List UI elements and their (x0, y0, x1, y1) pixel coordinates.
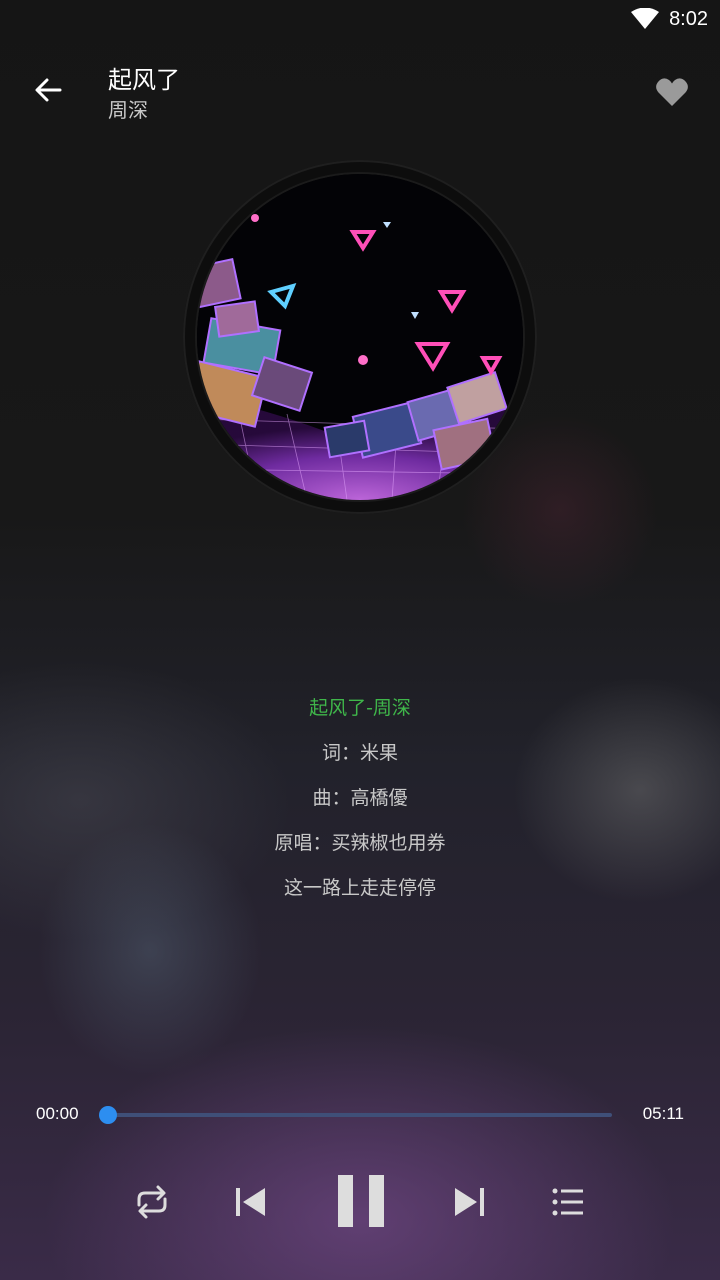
repeat-button[interactable] (128, 1178, 176, 1226)
lyric-line: 原唱：买辣椒也用券 (274, 832, 446, 854)
favorite-button[interactable] (652, 72, 692, 112)
previous-button[interactable] (226, 1178, 274, 1226)
wifi-icon (631, 8, 660, 29)
playlist-icon (552, 1188, 583, 1216)
total-time: 05:11 (642, 1104, 684, 1123)
album-cover (197, 174, 523, 500)
next-button[interactable] (446, 1178, 494, 1226)
playback-controls (0, 1160, 720, 1240)
lyric-line-current: 起风了-周深 (309, 697, 411, 719)
playlist-button[interactable] (544, 1178, 592, 1226)
seek-bar-thumb[interactable] (99, 1106, 117, 1124)
player-header: 起风了 周深 (0, 56, 720, 126)
artist-name: 周深 (108, 98, 148, 122)
pause-button[interactable] (326, 1166, 396, 1236)
status-bar: 8:02 (0, 0, 720, 38)
album-disc[interactable] (183, 160, 537, 514)
repeat-icon (137, 1185, 167, 1219)
arrow-left-icon (35, 78, 62, 102)
lyrics-panel[interactable]: 起风了-周深 词：米果 曲：高橋優 原唱：买辣椒也用券 这一路上走走停停 (0, 690, 720, 915)
skip-previous-icon (236, 1188, 265, 1216)
lyric-line: 这一路上走走停停 (283, 877, 436, 899)
back-button[interactable] (28, 70, 68, 110)
song-title: 起风了 (108, 66, 180, 94)
status-time: 8:02 (669, 7, 708, 30)
heart-icon (656, 78, 688, 106)
current-time: 00:00 (36, 1104, 79, 1123)
lyric-line: 曲：高橋優 (312, 787, 408, 809)
lyric-line: 词：米果 (321, 742, 398, 764)
playback-progress: 00:00 05:11 (0, 1100, 720, 1130)
seek-bar[interactable] (99, 1106, 612, 1124)
skip-next-icon (455, 1188, 484, 1216)
album-art-image (197, 174, 523, 500)
pause-icon (338, 1175, 384, 1227)
